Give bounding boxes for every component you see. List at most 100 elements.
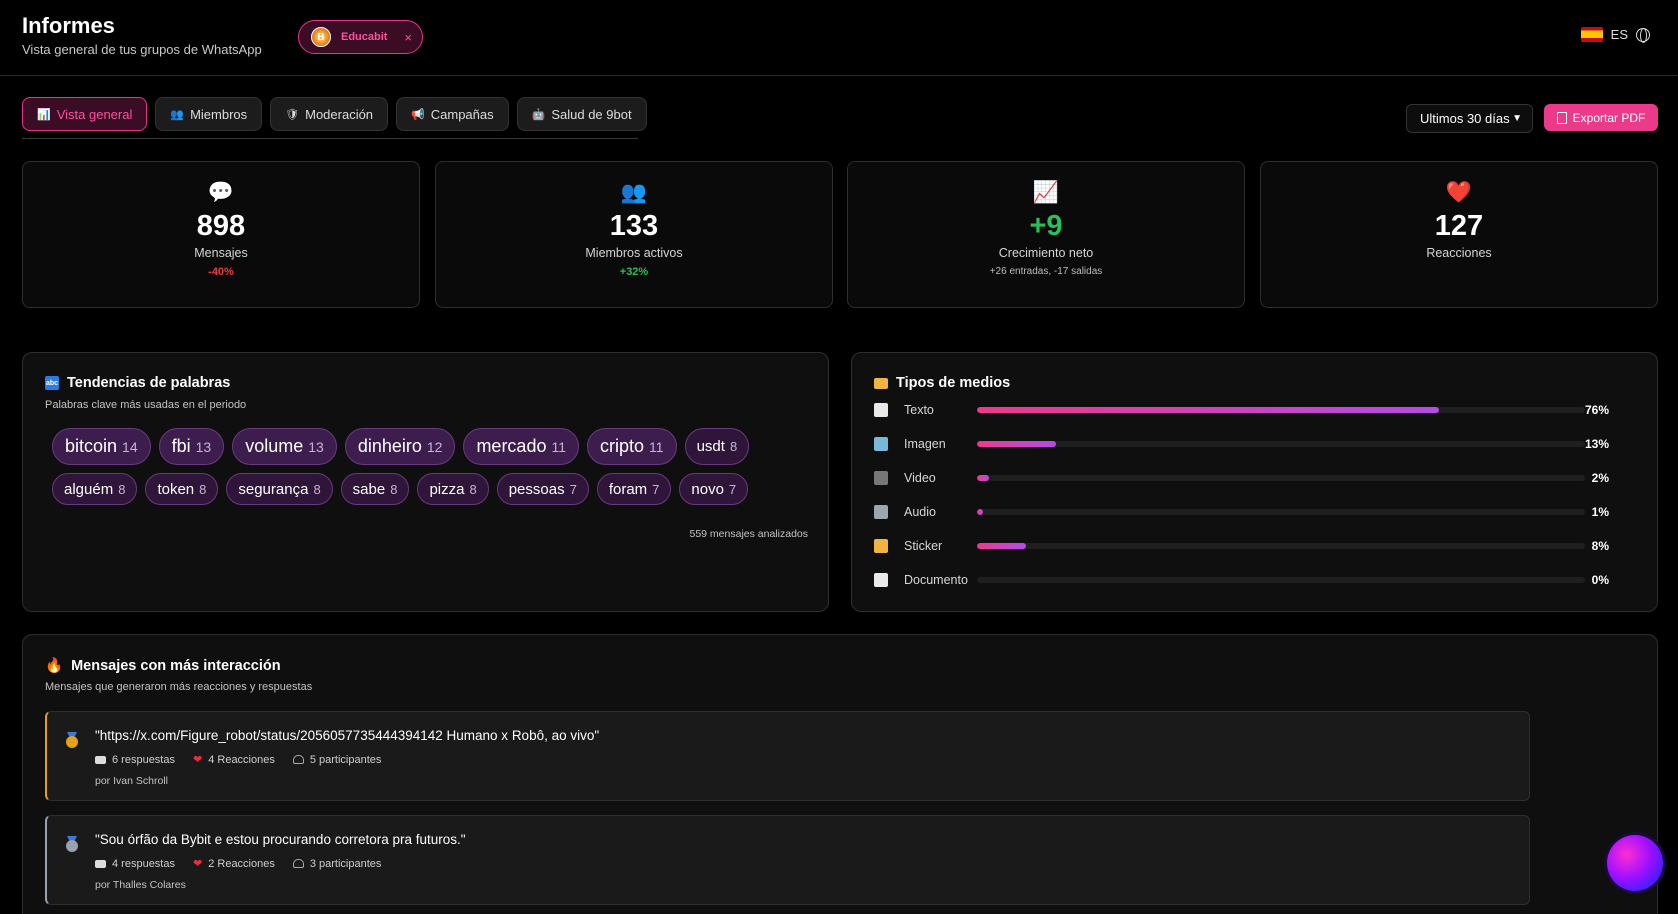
gold-medal-icon [65, 732, 79, 748]
word-chip[interactable]: pessoas 7 [496, 473, 589, 505]
tab-campanas[interactable]: 📢 Campañas [396, 97, 509, 131]
message-text: "Sou órfão da Bybit e estou procurando c… [95, 832, 466, 847]
spain-flag-icon [1580, 27, 1603, 42]
stat-delta: -40% [208, 266, 234, 278]
bar-track [977, 441, 1585, 447]
message-author: por Ivan Schroll [95, 775, 168, 787]
bar-track [977, 509, 1585, 515]
tab-label: Vista general [56, 106, 133, 122]
stat-delta: +32% [619, 266, 649, 278]
word-chip[interactable]: volume 13 [232, 428, 337, 465]
tab-label: Miembros [190, 106, 248, 122]
export-label: Exportar PDF [1572, 110, 1646, 125]
folder-icon [874, 377, 888, 389]
header: Informes Vista general de tus grupos de … [0, 0, 1678, 76]
members-icon: 👥 [620, 181, 648, 204]
language-switcher[interactable]: ES [1580, 27, 1650, 43]
top-messages-panel: 🔥 Mensajes con más interacción Mensajes … [22, 634, 1658, 914]
heart-icon: ❤️ [1445, 181, 1473, 204]
stat-value: 133 [609, 210, 659, 242]
bar-fill [977, 509, 984, 515]
megaphone-icon: 📢 [411, 108, 425, 121]
bar-track [977, 407, 1585, 413]
speaker-icon [874, 505, 888, 519]
trending-up-icon: 📈 [1032, 181, 1060, 204]
tab-vista-general[interactable]: 📊 Vista general [22, 97, 148, 131]
page-title: Informes [22, 13, 115, 38]
word-chip[interactable]: segurança 8 [226, 473, 333, 505]
tabs-divider [22, 138, 638, 139]
stat-value: +9 [1029, 210, 1063, 242]
panel-title: abc Tendencias de palabras [45, 375, 231, 391]
language-code: ES [1610, 27, 1628, 42]
tab-moderacion[interactable]: 🛡 Moderación [270, 97, 389, 131]
tab-salud-9bot[interactable]: 🤖 Salud de 9bot [516, 97, 647, 131]
period-select[interactable]: Ultimos 30 días ▼ [1406, 104, 1533, 133]
word-chip[interactable]: fbi 13 [158, 428, 225, 465]
image-icon [874, 437, 888, 451]
speech-bubble-icon [95, 859, 106, 868]
word-trends-panel: abc Tendencias de palabras Palabras clav… [22, 352, 829, 612]
video-camera-icon [874, 471, 888, 485]
word-chip[interactable]: novo 7 [679, 473, 749, 505]
stat-label: Reacciones [1426, 246, 1492, 260]
media-types-panel: Tipos de medios Texto 76% Imagen 13% Vid… [851, 352, 1658, 612]
globe-icon [1636, 27, 1650, 43]
message-card[interactable]: "https://x.com/Figure_robot/status/20560… [45, 711, 1530, 801]
stat-value: 127 [1434, 210, 1484, 242]
assistant-orb-button[interactable] [1607, 835, 1663, 891]
stat-label: Mensajes [194, 246, 248, 260]
panel-title: Tipos de medios [874, 375, 1010, 391]
word-cloud: bitcoin 14 fbi 13 volume 13 dinheiro 12 merc… [52, 428, 752, 505]
message-text: "https://x.com/Figure_robot/status/20560… [95, 728, 600, 743]
message-meta: 6 respuestas ❤ 4 Reacciones 5 participant… [95, 753, 381, 766]
media-row-document: Documento 0% [874, 570, 1609, 590]
media-row-audio: Audio 1% [874, 502, 1609, 522]
stat-card-active-members: 👥 133 Miembros activos +32% [435, 161, 833, 308]
tab-label: Campañas [430, 106, 494, 122]
members-icon: 👥 [170, 108, 185, 121]
memo-icon [874, 403, 888, 417]
bar-fill [977, 407, 1440, 413]
group-avatar: B [311, 27, 331, 47]
document-icon [874, 573, 888, 587]
group-filter-chip[interactable]: B Educabit × [298, 20, 423, 54]
export-pdf-button[interactable]: Exportar PDF [1544, 104, 1658, 131]
panel-title: 🔥 Mensajes con más interacción [45, 657, 281, 675]
robot-icon: 🤖 [531, 108, 546, 121]
word-chip[interactable]: dinheiro 12 [344, 428, 456, 465]
report-tabs: 📊 Vista general 👥 Miembros 🛡 Moderación … [22, 97, 647, 131]
word-chip[interactable]: usdt 8 [684, 428, 750, 465]
word-chip[interactable]: foram 7 [596, 473, 672, 505]
stat-value: 898 [196, 210, 246, 242]
word-chip[interactable]: sabe 8 [340, 473, 410, 505]
word-chip[interactable]: bitcoin 14 [52, 428, 151, 465]
word-chip[interactable]: mercado 11 [463, 428, 580, 465]
analyzed-count: 559 mensajes analizados [689, 528, 809, 540]
message-author: por Thalles Colares [95, 879, 186, 891]
people-icon [292, 859, 304, 868]
shield-icon: 🛡 [285, 108, 300, 121]
bar-chart-icon: 📊 [37, 108, 51, 121]
chevron-down-icon: ▼ [1512, 113, 1522, 124]
stat-label: Crecimiento neto [998, 246, 1094, 260]
fire-icon: 🔥 [45, 658, 64, 674]
word-chip[interactable]: cripto 11 [587, 428, 677, 465]
bar-fill [977, 543, 1026, 549]
stat-card-messages: 💬 898 Mensajes -40% [22, 161, 420, 308]
bar-track [977, 475, 1585, 481]
heart-icon: ❤ [192, 754, 203, 766]
heart-icon: ❤ [192, 858, 203, 870]
word-chip[interactable]: pizza 8 [417, 473, 489, 505]
stat-delta: +26 entradas, -17 salidas [989, 266, 1103, 277]
stat-card-net-growth: 📈 +9 Crecimiento neto +26 entradas, -17 … [847, 161, 1245, 308]
tab-miembros[interactable]: 👥 Miembros [155, 97, 263, 131]
period-value: Ultimos 30 días [1420, 111, 1510, 126]
tab-label: Salud de 9bot [551, 106, 632, 122]
speech-bubble-icon [95, 755, 106, 764]
word-chip[interactable]: alguém 8 [52, 473, 138, 505]
word-chip[interactable]: token 8 [145, 473, 219, 505]
bar-fill [977, 441, 1057, 447]
message-card[interactable]: "Sou órfão da Bybit e estou procurando c… [45, 815, 1530, 905]
close-icon[interactable]: × [404, 30, 412, 45]
